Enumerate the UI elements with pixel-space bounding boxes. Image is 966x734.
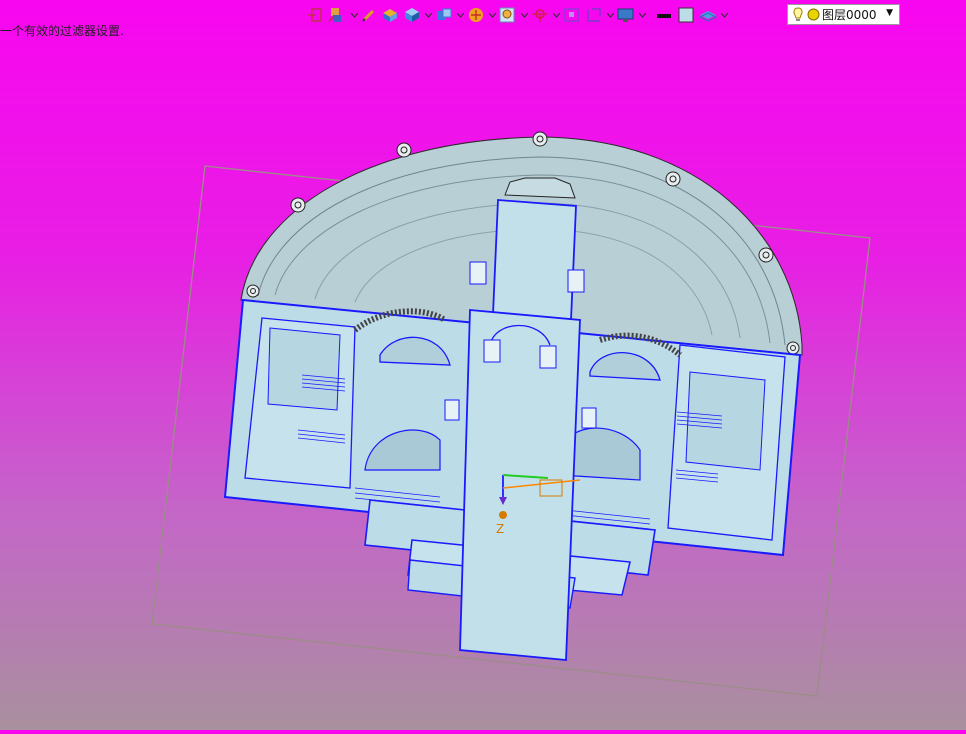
render-style-button[interactable] <box>466 4 486 26</box>
model-view: Z <box>151 131 871 697</box>
snap-point-icon <box>531 7 549 23</box>
chevron-down-icon[interactable] <box>638 4 646 26</box>
view-box-button[interactable] <box>434 4 454 26</box>
line-color-icon <box>655 7 673 23</box>
select-filter-button[interactable] <box>326 4 348 26</box>
solid-cube-button[interactable] <box>402 4 422 26</box>
view-toolbar <box>306 4 728 26</box>
snap-pencil-button[interactable] <box>360 4 378 26</box>
chevron-down-icon[interactable] <box>720 4 728 26</box>
fit-frame-button[interactable] <box>562 4 582 26</box>
fill-color-button[interactable] <box>676 4 696 26</box>
select-filter-icon <box>327 7 347 23</box>
open-part-icon <box>381 7 399 23</box>
render-style-icon <box>467 7 485 23</box>
layer-dropdown[interactable]: 图层0000 ▼ <box>787 4 900 25</box>
3d-viewport[interactable]: Z <box>0 0 966 730</box>
zoom-view-icon <box>499 7 517 23</box>
dropdown-arrow-icon[interactable]: ▼ <box>886 8 893 18</box>
layer-stack-icon <box>699 7 717 23</box>
solid-cube-icon <box>403 7 421 23</box>
fit-frame-icon <box>563 7 581 23</box>
chevron-down-icon[interactable] <box>488 4 496 26</box>
fill-color-icon <box>677 7 695 23</box>
layer-stack-button[interactable] <box>698 4 718 26</box>
chevron-down-icon[interactable] <box>552 4 560 26</box>
monitor-display-button[interactable] <box>616 4 636 26</box>
layer-color-icon[interactable] <box>807 8 820 21</box>
chevron-down-icon[interactable] <box>606 4 614 26</box>
section-view-button[interactable] <box>584 4 604 26</box>
view-box-icon <box>435 7 453 23</box>
snap-pencil-icon <box>361 7 377 23</box>
zoom-view-button[interactable] <box>498 4 518 26</box>
z-axis-label: Z <box>496 522 504 536</box>
chevron-down-icon[interactable] <box>424 4 432 26</box>
layer-name: 图层0000 <box>822 8 877 22</box>
monitor-display-icon <box>617 7 635 23</box>
chevron-down-icon[interactable] <box>456 4 464 26</box>
chevron-down-icon[interactable] <box>350 4 358 26</box>
snap-point-button[interactable] <box>530 4 550 26</box>
section-view-icon <box>585 7 603 23</box>
chevron-down-icon[interactable] <box>520 4 528 26</box>
open-part-button[interactable] <box>380 4 400 26</box>
lightbulb-icon[interactable] <box>792 6 804 23</box>
exit-icon <box>307 7 323 23</box>
status-message: 一个有效的过滤器设置. <box>0 24 124 38</box>
exit-button[interactable] <box>306 4 324 26</box>
line-color-button[interactable] <box>654 4 674 26</box>
